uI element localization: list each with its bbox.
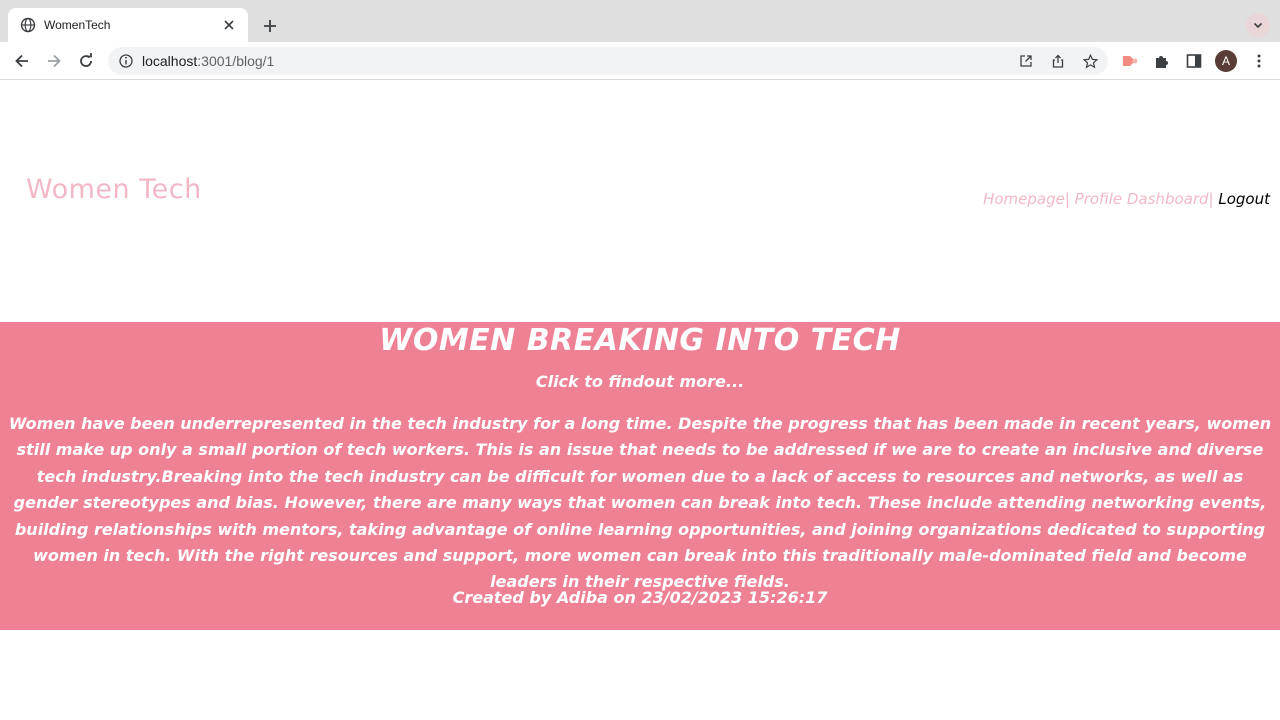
share-icon[interactable] <box>1050 53 1066 69</box>
open-external-icon[interactable] <box>1018 53 1034 69</box>
findout-more-link[interactable]: Click to findout more... <box>0 372 1280 391</box>
chevron-down-icon[interactable] <box>1246 13 1270 37</box>
info-icon[interactable] <box>118 53 134 69</box>
post-title: WOMEN BREAKING INTO TECH <box>379 323 901 358</box>
back-icon[interactable] <box>10 50 34 72</box>
sidepanel-icon[interactable] <box>1185 52 1203 70</box>
tab-title: WomenTech <box>44 18 111 32</box>
post-body: Women have been underrepresented in the … <box>8 414 1272 592</box>
blog-post: WOMEN BREAKING INTO TECH Click to findou… <box>0 322 1280 630</box>
nav-link-logout[interactable]: Logout <box>1214 190 1270 208</box>
address-bar[interactable]: localhost:3001/blog/1 <box>108 47 1108 75</box>
url-path: :3001/blog/1 <box>197 53 275 69</box>
puzzle-icon[interactable] <box>1153 52 1171 70</box>
nav-link-profile-dashboard[interactable]: Profile Dashboard| <box>1070 190 1214 208</box>
browser-tab[interactable]: WomenTech <box>8 8 248 42</box>
url-host: localhost <box>142 53 198 69</box>
menu-icon[interactable] <box>1250 52 1268 70</box>
plus-icon[interactable] <box>258 14 282 38</box>
site-logo[interactable]: Women Tech <box>26 174 202 205</box>
extension-color-icon[interactable] <box>1121 52 1139 70</box>
reload-icon[interactable] <box>74 50 98 72</box>
browser-toolbar: localhost:3001/blog/1 A <box>0 42 1280 80</box>
globe-icon <box>20 17 36 33</box>
post-meta: Created by Adiba on 23/02/2023 15:26:17 <box>452 588 828 607</box>
url-text: localhost:3001/blog/1 <box>142 53 274 69</box>
forward-icon[interactable] <box>42 50 66 72</box>
star-icon[interactable] <box>1082 53 1098 69</box>
tab-strip: WomenTech <box>0 0 1280 42</box>
page: Women Tech Homepage| Profile Dashboard| … <box>0 81 1280 720</box>
close-icon[interactable] <box>220 16 238 34</box>
main-nav: Homepage| Profile Dashboard| Logout <box>983 190 1270 208</box>
nav-link-homepage[interactable]: Homepage| <box>983 190 1070 208</box>
avatar[interactable]: A <box>1215 50 1237 72</box>
